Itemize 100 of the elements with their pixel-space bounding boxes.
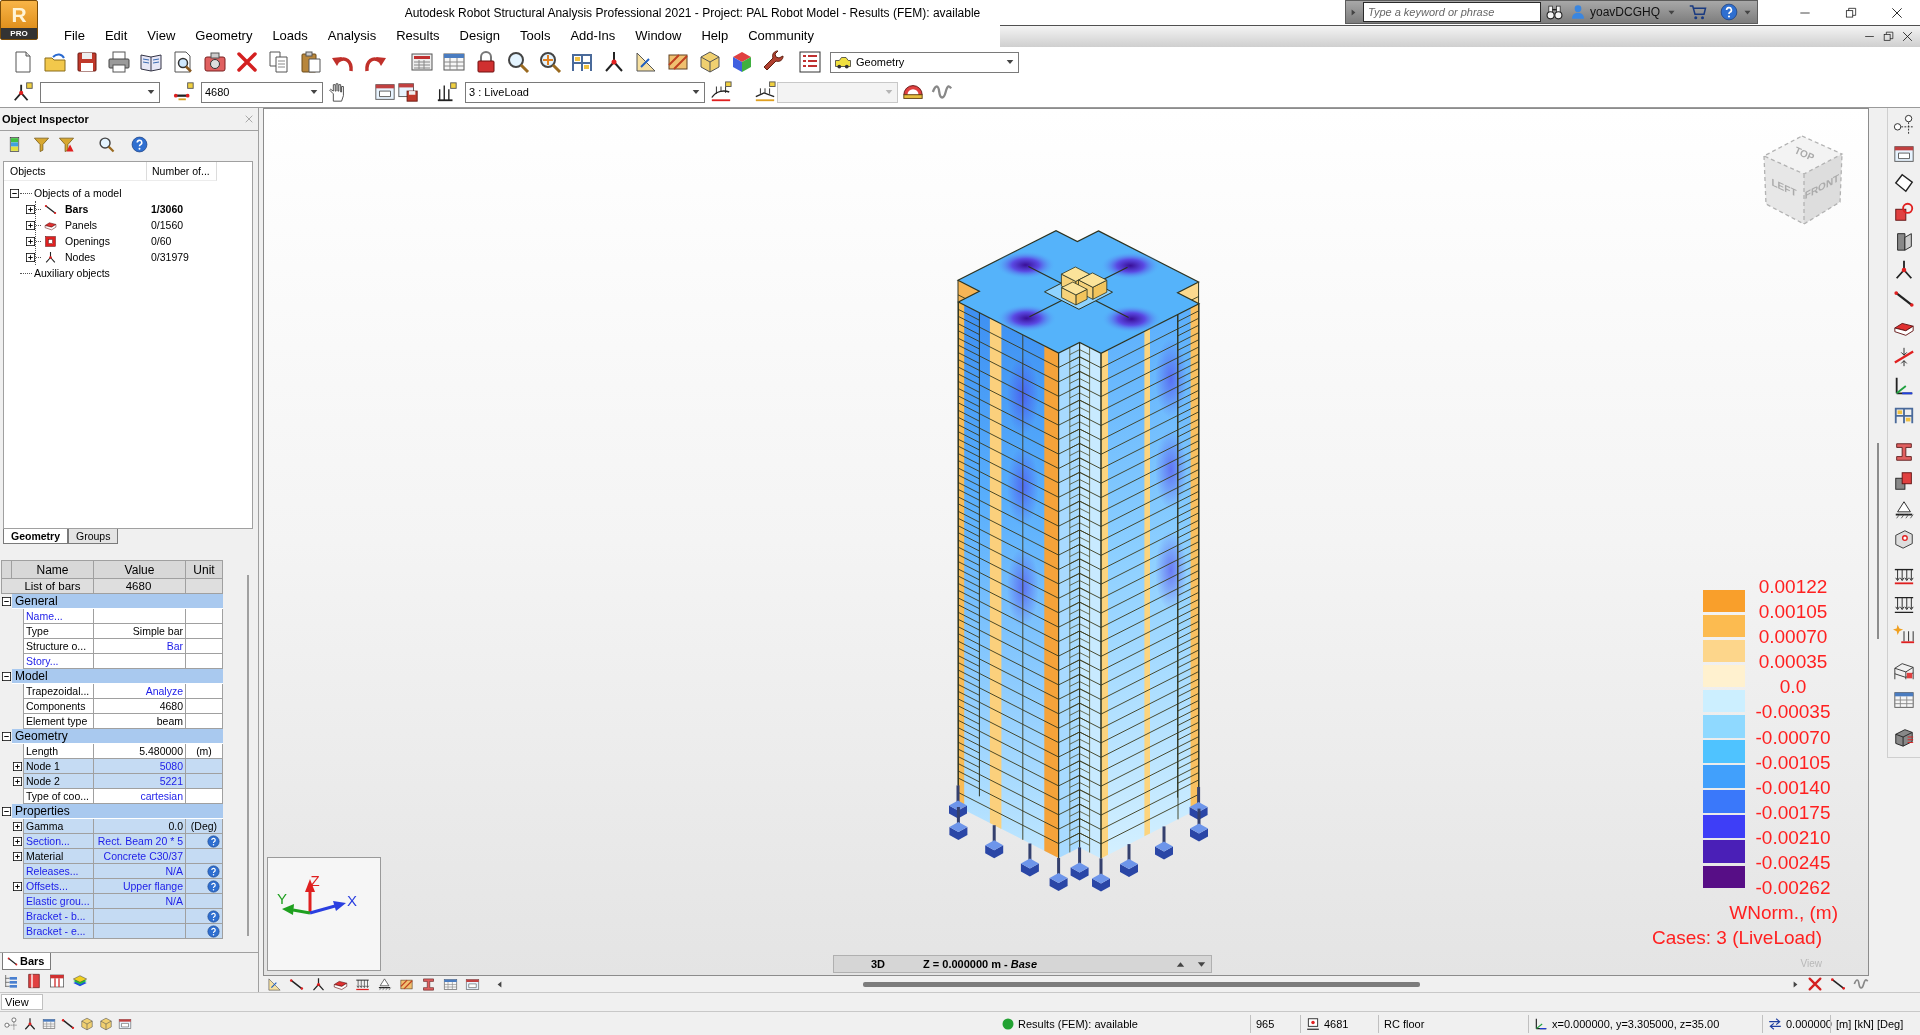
window-icon[interactable] (1893, 143, 1915, 165)
dropdown[interactable]: 4680 (201, 81, 323, 103)
property-value-cell[interactable]: Concrete C30/37 (94, 849, 186, 864)
tree-item[interactable]: Nodes (65, 251, 96, 263)
column-header[interactable]: Unit (186, 560, 223, 579)
bar-icon[interactable] (1830, 976, 1846, 992)
wave-icon[interactable] (1853, 976, 1869, 992)
expand-icon[interactable] (26, 252, 35, 262)
collapse-icon[interactable] (2, 732, 11, 741)
expand-icon[interactable] (26, 220, 35, 230)
block-icon[interactable] (1893, 726, 1915, 748)
help-icon[interactable] (131, 136, 148, 153)
property-value-cell[interactable]: N/A (94, 864, 186, 879)
property-value-cell[interactable]: cartesian (94, 789, 186, 804)
bar-icon[interactable] (173, 81, 195, 103)
polygon-outline-icon[interactable] (1893, 172, 1915, 194)
property-name-cell[interactable]: Name... (23, 609, 94, 624)
tab[interactable]: Bars (2, 953, 52, 970)
column-header[interactable]: Objects (4, 162, 147, 181)
bar-icon[interactable] (61, 1016, 75, 1031)
property-value-cell[interactable]: Analyze (94, 684, 186, 699)
load-arrows-icon[interactable] (1893, 594, 1915, 616)
expand-icon[interactable] (13, 777, 22, 786)
i-beam-icon[interactable] (1893, 441, 1915, 463)
menu-item[interactable]: File (54, 26, 95, 46)
frame-icon[interactable] (1893, 660, 1915, 682)
restore-icon[interactable] (1882, 30, 1895, 43)
table-icon[interactable] (442, 50, 466, 74)
menu-item[interactable]: Design (449, 26, 511, 46)
cube-icon[interactable] (698, 50, 722, 74)
axes-icon[interactable] (1893, 375, 1915, 397)
collapse-icon[interactable] (10, 188, 19, 198)
restore-icon[interactable] (1844, 5, 1858, 20)
table-icon[interactable] (49, 973, 65, 989)
menu-item[interactable]: Results (386, 26, 450, 46)
support-icon[interactable] (377, 976, 392, 992)
menu-item[interactable]: Tools (510, 26, 561, 46)
property-name-cell[interactable]: Releases... (23, 864, 94, 879)
window-save-icon[interactable] (397, 81, 419, 103)
collapse-icon[interactable] (2, 672, 11, 681)
menu-item[interactable]: Help (691, 26, 739, 46)
window-icon[interactable] (118, 1016, 132, 1031)
help-icon[interactable] (1720, 3, 1738, 21)
expand-icon[interactable] (13, 762, 22, 771)
close-icon[interactable] (1890, 5, 1904, 20)
property-name-cell[interactable]: Bracket - b... (23, 909, 94, 924)
property-value-cell[interactable]: Rect. Beam 20 * 5 (94, 834, 186, 849)
scrollbar-thumb[interactable] (863, 981, 1420, 987)
expand-icon[interactable] (13, 822, 22, 831)
help-icon[interactable] (207, 924, 220, 938)
menu-item[interactable]: Community (738, 26, 824, 46)
printer-icon[interactable] (107, 50, 131, 74)
cube-icon[interactable] (80, 1016, 94, 1031)
bar-icon[interactable] (1893, 288, 1915, 310)
expand-icon[interactable] (13, 852, 22, 861)
tree-item[interactable]: Panels (65, 219, 98, 231)
section-header[interactable]: General (12, 594, 223, 609)
dropdown[interactable] (40, 81, 160, 103)
block-ring-icon[interactable] (1893, 201, 1915, 223)
property-name-cell[interactable]: Offsets... (23, 879, 94, 894)
node-icon[interactable] (602, 50, 626, 74)
layout-dropdown[interactable]: Geometry (830, 51, 1019, 73)
hatched-block-icon[interactable] (399, 976, 414, 992)
table-icon[interactable] (1893, 689, 1915, 711)
zoom-icon[interactable] (506, 50, 530, 74)
list-icon[interactable] (798, 50, 822, 74)
paste-icon[interactable] (299, 50, 323, 74)
expand-icon[interactable] (26, 236, 35, 246)
tree-list-icon[interactable] (3, 973, 19, 989)
tree-item[interactable]: Openings (65, 235, 110, 247)
column-header[interactable]: Number of... (147, 162, 217, 181)
binoculars-icon[interactable] (1546, 3, 1563, 21)
help-icon[interactable] (207, 909, 220, 923)
caret-left-icon[interactable] (495, 979, 504, 989)
help-icon[interactable] (207, 864, 220, 878)
help-icon[interactable] (207, 879, 220, 893)
section-header[interactable]: Properties (12, 804, 223, 819)
expand-icon[interactable] (13, 837, 22, 846)
menu-item[interactable]: View (137, 26, 186, 46)
layers-icon[interactable] (72, 973, 88, 989)
i-beam-icon[interactable] (421, 976, 436, 992)
section-header[interactable]: Model (12, 669, 223, 684)
menu-item[interactable]: Edit (94, 26, 138, 46)
tab[interactable]: Geometry (3, 529, 69, 544)
zoom-crosshair-icon[interactable] (538, 50, 562, 74)
load-case-icon[interactable] (436, 81, 458, 103)
table-icon[interactable] (443, 976, 458, 992)
document-icon[interactable] (26, 973, 42, 989)
menu-item[interactable]: Add-Ins (560, 26, 626, 46)
open-folder-icon[interactable] (43, 50, 67, 74)
camera-icon[interactable] (203, 50, 227, 74)
funnel-icon[interactable] (33, 136, 50, 153)
menu-item[interactable]: Window (625, 26, 692, 46)
help-icon[interactable] (207, 834, 220, 848)
x-mark-icon[interactable] (235, 50, 259, 74)
column-header[interactable]: Value (94, 560, 186, 579)
search-field[interactable]: Type a keyword or phrase (1363, 2, 1541, 22)
scrollbar[interactable] (247, 575, 249, 936)
hexagon-ring-icon[interactable] (1893, 528, 1915, 550)
support-icon[interactable] (1893, 499, 1915, 521)
